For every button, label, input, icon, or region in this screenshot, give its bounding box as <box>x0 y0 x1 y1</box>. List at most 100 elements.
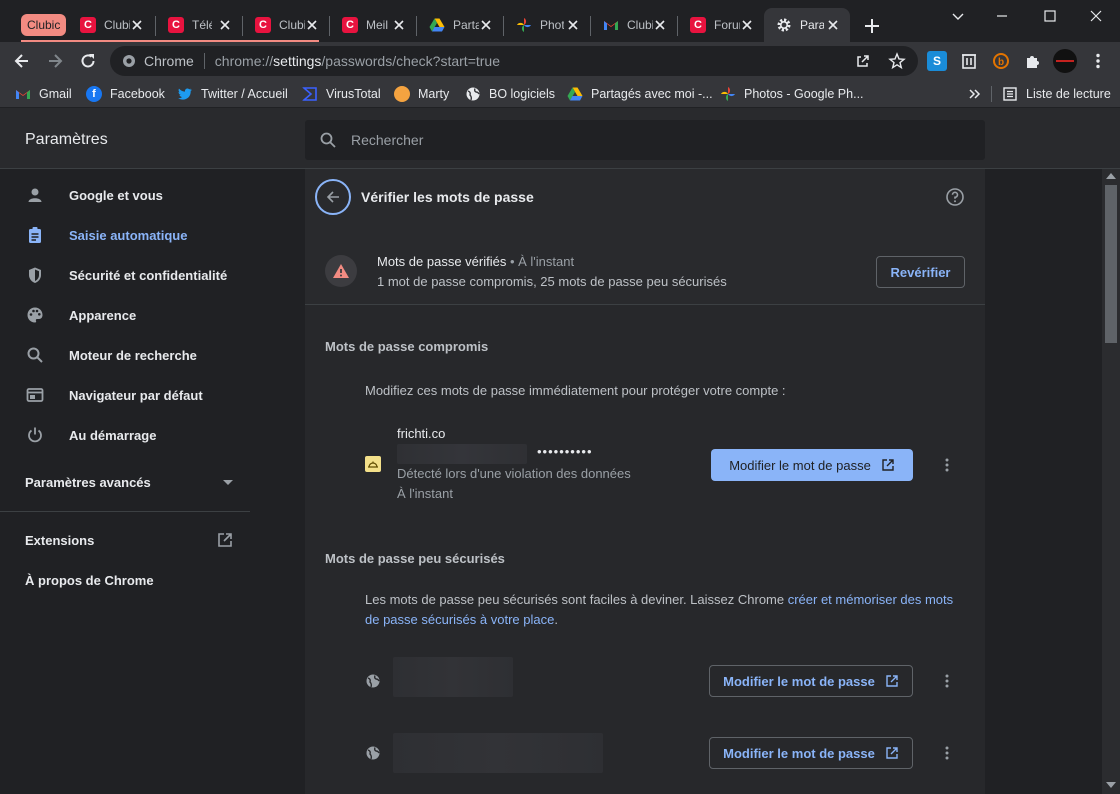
window-close-icon[interactable] <box>1086 6 1106 26</box>
bookmark-twitter[interactable]: Twitter / Accueil <box>177 85 288 103</box>
close-icon[interactable] <box>130 18 144 32</box>
close-icon[interactable] <box>566 18 580 32</box>
omnibox-url[interactable]: chrome://settings/passwords/check?start=… <box>215 53 500 69</box>
recheck-button[interactable]: Revérifier <box>876 256 965 288</box>
puzzle-icon[interactable] <box>1023 51 1043 71</box>
close-icon[interactable] <box>740 18 754 32</box>
tab-group-label[interactable]: Clubic <box>21 14 67 36</box>
bookmark-bo-logiciels[interactable]: BO logiciels <box>465 85 555 103</box>
change-password-button[interactable]: Modifier le mot de passe <box>709 665 913 697</box>
close-icon[interactable] <box>479 18 493 32</box>
url-scheme: chrome:// <box>214 53 274 69</box>
sidebar-item-appearance[interactable]: Apparence <box>0 295 256 335</box>
chevron-down-icon <box>223 480 233 485</box>
scrollbar-thumb[interactable] <box>1105 185 1117 343</box>
cloche-icon <box>368 461 378 468</box>
close-icon[interactable] <box>653 18 667 32</box>
change-password-button[interactable]: Modifier le mot de passe <box>711 449 913 481</box>
tab-item[interactable]: C Clubic <box>241 8 329 42</box>
change-password-label: Modifier le mot de passe <box>729 457 871 473</box>
bookmark-virustotal[interactable]: VirusTotal <box>302 85 381 103</box>
close-icon[interactable] <box>305 18 319 32</box>
omnibox[interactable]: Chrome chrome://settings/passwords/check… <box>110 46 918 76</box>
extension-b-icon[interactable]: b <box>991 51 1011 71</box>
more-actions-icon[interactable] <box>939 745 955 761</box>
maximize-icon[interactable] <box>1040 6 1060 26</box>
tab-active[interactable]: Paramètres <box>764 8 850 42</box>
globe-icon <box>366 674 380 688</box>
sidebar-item-label: Sécurité et confidentialité <box>69 267 228 283</box>
gear-icon <box>777 18 791 32</box>
back-arrow-icon[interactable] <box>12 51 32 71</box>
sidebar-item-autofill[interactable]: Saisie automatique <box>0 215 256 255</box>
sidebar-item-about[interactable]: À propos de Chrome <box>25 573 154 588</box>
trash-extension-icon[interactable] <box>959 51 979 71</box>
search-box[interactable] <box>305 120 985 160</box>
open-in-new-icon[interactable] <box>216 531 234 549</box>
chevron-double-right-icon[interactable] <box>968 88 982 100</box>
tab-item[interactable]: C Meilleur <box>328 8 416 42</box>
sidebar-item-security[interactable]: Sécurité et confidentialité <box>0 255 256 295</box>
twitter-icon <box>178 88 192 100</box>
share-icon[interactable] <box>854 52 872 70</box>
compromised-username-redacted <box>397 444 527 464</box>
page-title: Paramètres <box>25 131 108 148</box>
tab-item[interactable]: Clubic <box>589 8 677 42</box>
reading-list-button[interactable]: Liste de lecture <box>1002 85 1111 103</box>
search-input[interactable] <box>351 132 951 148</box>
sidebar-item-google[interactable]: Google et vous <box>0 175 256 215</box>
bookmark-facebook[interactable]: f Facebook <box>86 85 165 103</box>
scrollbar[interactable] <box>1102 169 1120 794</box>
sidebar-item-label: Moteur de recherche <box>69 347 197 363</box>
back-button[interactable] <box>315 179 351 215</box>
tab-title: Paramètres <box>800 18 824 32</box>
bookmark-gmail[interactable]: Gmail <box>15 85 72 103</box>
password-sections: Mots de passe compromis Modifiez ces mot… <box>305 305 985 794</box>
weak-description-text: Les mots de passe peu sécurisés sont fac… <box>365 592 788 607</box>
star-icon[interactable] <box>888 52 906 70</box>
more-actions-icon[interactable] <box>939 673 955 689</box>
url-host: settings <box>273 53 322 69</box>
more-actions-icon[interactable] <box>939 457 955 473</box>
bookmark-label: Partagés avec moi -... <box>591 87 713 101</box>
close-icon[interactable] <box>218 18 232 32</box>
help-icon[interactable] <box>945 187 965 207</box>
gmail-icon <box>604 21 618 30</box>
sidebar-advanced-toggle[interactable]: Paramètres avancés <box>25 475 233 491</box>
close-icon[interactable] <box>392 18 406 32</box>
scroll-down-arrow-icon[interactable] <box>1106 782 1116 788</box>
sidebar-item-search-engine[interactable]: Moteur de recherche <box>0 335 256 375</box>
open-in-new-icon <box>886 747 898 759</box>
minimize-icon[interactable] <box>992 6 1012 26</box>
new-tab-icon[interactable] <box>862 16 882 36</box>
toolbar: Chrome chrome://settings/passwords/check… <box>0 42 1120 80</box>
close-icon[interactable] <box>826 18 840 32</box>
tab-item[interactable]: C Télécharger <box>154 8 242 42</box>
google-drive-icon <box>429 18 445 32</box>
change-password-button[interactable]: Modifier le mot de passe <box>709 737 913 769</box>
open-in-new-icon <box>882 459 894 471</box>
kebab-menu-icon[interactable] <box>1088 51 1108 71</box>
tab-item[interactable]: Partagés <box>415 8 503 42</box>
scroll-up-arrow-icon[interactable] <box>1106 173 1116 179</box>
avatar[interactable] <box>1053 49 1077 73</box>
bookmark-photos[interactable]: Photos - Google Ph... <box>720 85 864 103</box>
bookmark-label: Photos - Google Ph... <box>744 87 864 101</box>
compromised-password: •••••••••• <box>537 444 593 459</box>
bookmark-marty[interactable]: Marty <box>394 85 449 103</box>
gmail-icon <box>16 90 30 99</box>
tab-title: Clubic <box>104 18 130 32</box>
extension-s-icon[interactable]: S <box>927 51 947 71</box>
omnibox-divider <box>203 53 205 69</box>
sidebar-item-default-browser[interactable]: Navigateur par défaut <box>0 375 256 415</box>
bookmark-drive[interactable]: Partagés avec moi -... <box>567 85 713 103</box>
tab-search-icon[interactable] <box>948 6 968 26</box>
sidebar-item-startup[interactable]: Au démarrage <box>0 415 256 455</box>
forward-arrow-icon[interactable] <box>45 51 65 71</box>
tab-item[interactable]: C Clubic <box>66 8 154 42</box>
tab-item[interactable]: C Forum <box>676 8 764 42</box>
status-summary: 1 mot de passe compromis, 25 mots de pas… <box>377 274 727 289</box>
sidebar-item-extensions[interactable]: Extensions <box>25 533 94 548</box>
tab-item[interactable]: Photos <box>502 8 590 42</box>
reload-icon[interactable] <box>78 51 98 71</box>
